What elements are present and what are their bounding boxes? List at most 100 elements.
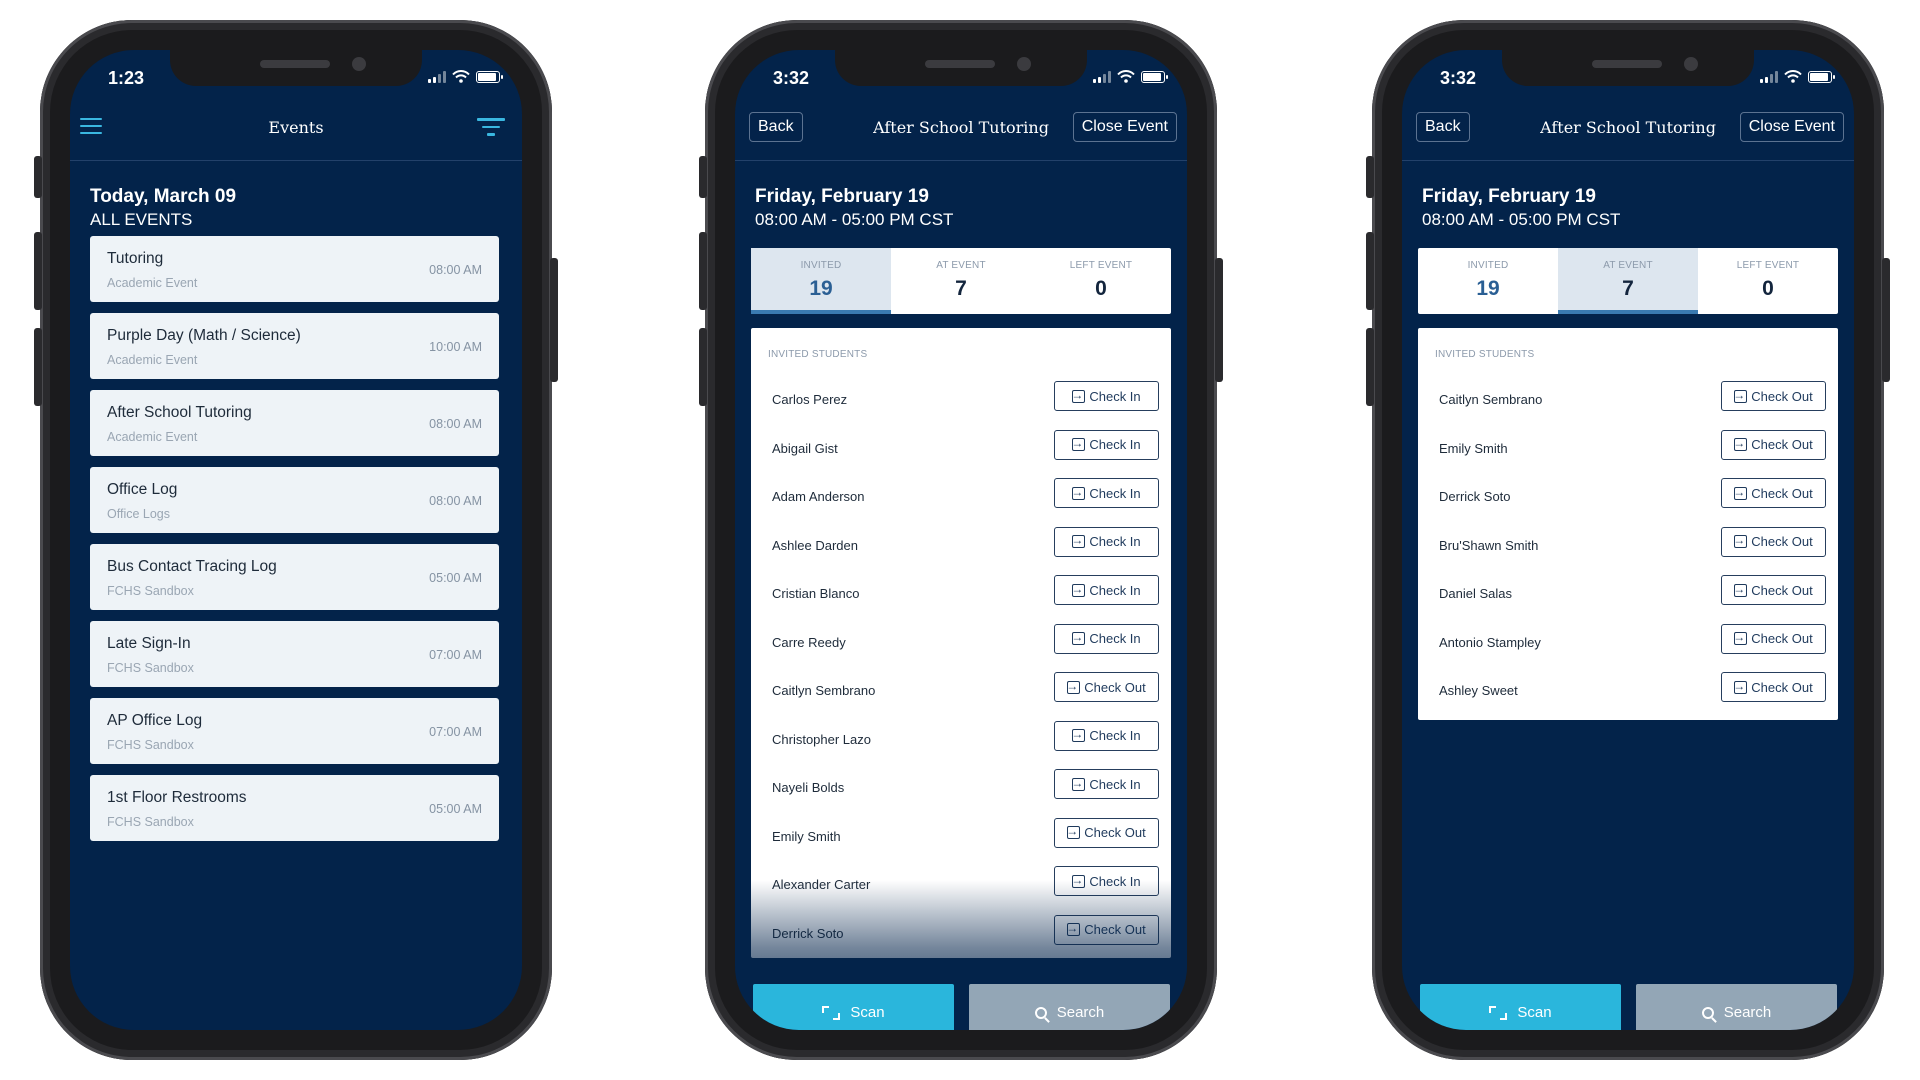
event-item[interactable]: After School Tutoring Academic Event 08:00… [90,390,499,456]
logout-icon [1733,628,1748,646]
tab-label: LEFT EVENT [1736,260,1800,271]
event-item[interactable]: AP Office Log FCHS Sandbox 07:00 AM [90,698,499,764]
student-name: Carre Reedy [772,634,846,650]
student-name: Antonio Stampley [1439,634,1541,650]
status-icons [1760,70,1835,83]
event-item[interactable]: 1st Floor Restrooms FCHS Sandbox 05:00 AM [90,775,499,841]
search-icon [1701,1006,1714,1019]
student-row: Cristian Blanco Check In [751,570,1171,619]
scan-button[interactable]: Scan [753,984,954,1030]
check-out-button[interactable]: Check Out [1054,817,1159,848]
check-out-button[interactable]: Check Out [1721,429,1826,460]
event-item[interactable]: Purple Day (Math / Science) Academic Even… [90,313,499,379]
student-name: Adam Anderson [772,489,865,504]
mute-switch [34,156,42,198]
student-row: Ashlee Darden Check In [751,522,1171,571]
event-category: FCHS Sandbox [107,815,194,829]
tab-label: AT EVENT [936,260,986,271]
student-name: Emily Smith [1439,440,1508,456]
check-in-button[interactable]: Check In [1054,526,1159,557]
status-icons [1093,70,1168,83]
check-in-button[interactable]: Check In [1054,866,1159,896]
tab-count: 19 [809,277,833,300]
check-out-button[interactable]: Check Out [1721,575,1826,605]
event-time: 10:00 AM [429,340,482,354]
student-row: Emily Smith Check Out [1418,425,1838,474]
search-label: Search [1056,1004,1105,1021]
phone-events: 1:23 Events Today, March 09 ALL EVENTS T… [34,20,558,1060]
button-label: Check Out [1751,582,1813,598]
check-in-button[interactable]: Check In [1054,381,1159,411]
check-out-button[interactable]: Check Out [1721,381,1826,411]
tab-label: LEFT EVENT [1069,260,1133,271]
volume-down-button [34,328,42,406]
event-item[interactable]: Bus Contact Tracing Log FCHS Sandbox 05:00… [90,544,499,610]
events-list: Tutoring Academic Event 08:00 AM Purple Da… [90,236,499,852]
button-label: Check In [1089,582,1141,598]
tab-at-event[interactable]: AT EVENT 7 [1558,248,1698,314]
event-category: FCHS Sandbox [107,661,194,675]
login-icon [1071,774,1086,792]
check-out-button[interactable]: Check Out [1054,914,1159,945]
screen: 3:32 Back After School Tutoring Close Ev… [735,50,1187,1030]
button-label: Check In [1089,873,1141,889]
event-category: Academic Event [107,353,198,367]
student-row: Christopher Lazo Check In [751,716,1171,765]
check-in-button[interactable]: Check In [1054,575,1159,605]
login-icon [1071,628,1086,646]
check-in-button[interactable]: Check In [1054,478,1159,508]
close-event-button[interactable]: Close Event [1072,112,1177,142]
search-button[interactable]: Search [1636,984,1837,1030]
list-header: INVITED STUDENTS [1435,349,1535,360]
tab-left-event[interactable]: LEFT EVENT 0 [1031,248,1171,314]
page-title: Events [268,118,324,137]
check-out-button[interactable]: Check Out [1721,672,1826,702]
tab-left-event[interactable]: LEFT EVENT 0 [1698,248,1838,314]
scan-button[interactable]: Scan [1420,984,1621,1030]
filter-icon[interactable] [476,118,506,141]
tab-invited[interactable]: INVITED 19 [1418,248,1558,314]
check-in-button[interactable]: Check In [1054,623,1159,654]
student-row: Caitlyn Sembrano Check Out [1418,376,1838,425]
check-in-button[interactable]: Check In [1054,429,1159,460]
event-title: 1st Floor Restrooms [107,789,247,806]
event-category: FCHS Sandbox [107,584,194,598]
student-name: Caitlyn Sembrano [772,683,876,698]
tab-count: 7 [1622,277,1634,300]
scan-icon [822,1005,841,1020]
login-icon [1071,483,1086,501]
event-item[interactable]: Office Log Office Logs 08:00 AM [90,467,499,533]
student-name: Caitlyn Sembrano [1439,392,1543,407]
scan-icon [1489,1005,1508,1020]
tab-label: INVITED [1467,260,1509,271]
volume-down-button [1366,328,1374,406]
button-label: Check Out [1751,437,1813,452]
notch [170,50,422,86]
search-icon [1034,1006,1047,1019]
logout-icon [1733,386,1748,404]
check-in-button[interactable]: Check In [1054,769,1159,799]
check-out-button[interactable]: Check Out [1721,478,1826,508]
check-in-button[interactable]: Check In [1054,720,1159,751]
event-time: 08:00 AM [429,494,482,508]
student-row: Abigail Gist Check In [751,425,1171,474]
event-time: 08:00 AM [429,263,482,277]
tab-at-event[interactable]: AT EVENT 7 [891,248,1031,314]
student-name: Ashley Sweet [1439,683,1518,698]
close-event-button[interactable]: Close Event [1739,112,1844,142]
tab-invited[interactable]: INVITED 19 [751,248,891,314]
check-out-button[interactable]: Check Out [1721,526,1826,557]
search-button[interactable]: Search [969,984,1170,1030]
check-out-button[interactable]: Check Out [1721,623,1826,654]
signal-icon [1093,70,1111,83]
logout-icon [1066,822,1081,840]
logout-icon [1733,483,1748,501]
event-hours: 08:00 AM - 05:00 PM CST [1422,210,1621,229]
check-out-button[interactable]: Check Out [1054,672,1159,702]
status-time: 3:32 [773,68,810,88]
student-name: Derrick Soto [1439,489,1511,504]
event-time: 07:00 AM [429,648,482,662]
event-item[interactable]: Tutoring Academic Event 08:00 AM [90,236,499,302]
button-label: Check Out [1084,922,1146,937]
event-item[interactable]: Late Sign-In FCHS Sandbox 07:00 AM [90,621,499,687]
